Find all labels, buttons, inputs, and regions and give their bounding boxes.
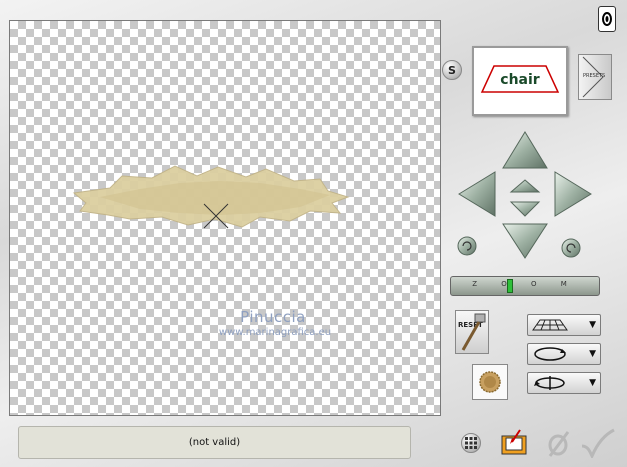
preview-thumbnail: chair: [480, 65, 560, 93]
grid-icon: [465, 437, 477, 449]
zoom-thumb[interactable]: [507, 279, 513, 293]
s-button-label: S: [448, 63, 456, 77]
swirl-icon: [602, 12, 612, 26]
rotation-ellipse-icon: [534, 347, 566, 361]
dropdown-arrow-icon: ▼: [589, 378, 596, 388]
folder-save-icon: [501, 429, 527, 455]
rotate-left-button[interactable]: [457, 236, 477, 256]
rotate-right-button[interactable]: [561, 238, 581, 258]
center-up-button[interactable]: [509, 179, 541, 193]
cancel-icon: [548, 431, 570, 457]
axis-rotation-icon: [534, 376, 565, 390]
axis-mode-dropdown[interactable]: ▼: [527, 372, 601, 394]
ok-button[interactable]: [580, 428, 616, 460]
arrow-up-button[interactable]: [502, 131, 548, 169]
presets-button[interactable]: PRESETS: [578, 54, 612, 100]
direction-pad: [457, 131, 592, 259]
checkmark-icon: [581, 428, 615, 460]
distorted-shape: [72, 165, 350, 229]
grid-toggle-button[interactable]: [461, 433, 481, 453]
zoom-slider[interactable]: Z O O M: [450, 276, 600, 296]
rotation-mode-dropdown[interactable]: ▼: [527, 343, 601, 365]
arrow-right-button[interactable]: [554, 171, 592, 217]
reset-button[interactable]: RESET: [455, 310, 489, 354]
texture-icon: [479, 371, 501, 393]
watermark-title: Pinuccia: [240, 308, 306, 326]
arrow-down-button[interactable]: [502, 223, 548, 259]
cancel-button[interactable]: [544, 430, 572, 458]
preview-canvas[interactable]: [9, 20, 441, 416]
texture-button[interactable]: [472, 364, 508, 400]
center-down-button[interactable]: [509, 201, 541, 217]
preset-preview[interactable]: chair: [472, 46, 568, 116]
dropdown-arrow-icon: ▼: [589, 349, 596, 359]
presets-label: PRESETS: [583, 73, 606, 79]
arrow-left-button[interactable]: [458, 171, 496, 217]
grid-mode-dropdown[interactable]: ▼: [527, 314, 601, 336]
save-button[interactable]: [500, 428, 530, 456]
status-text: (not valid): [188, 437, 241, 448]
dropdown-arrow-icon: ▼: [589, 320, 596, 330]
grid-perspective-icon: [532, 319, 568, 331]
svg-text:chair: chair: [500, 72, 540, 88]
status-bar: (not valid): [18, 426, 411, 459]
watermark-url: www.marinagrafica.eu: [218, 327, 332, 338]
help-icon[interactable]: [598, 6, 616, 32]
zoom-label: Z O O M: [472, 280, 578, 288]
hammer-icon: [461, 313, 486, 351]
s-button[interactable]: S: [442, 60, 462, 80]
